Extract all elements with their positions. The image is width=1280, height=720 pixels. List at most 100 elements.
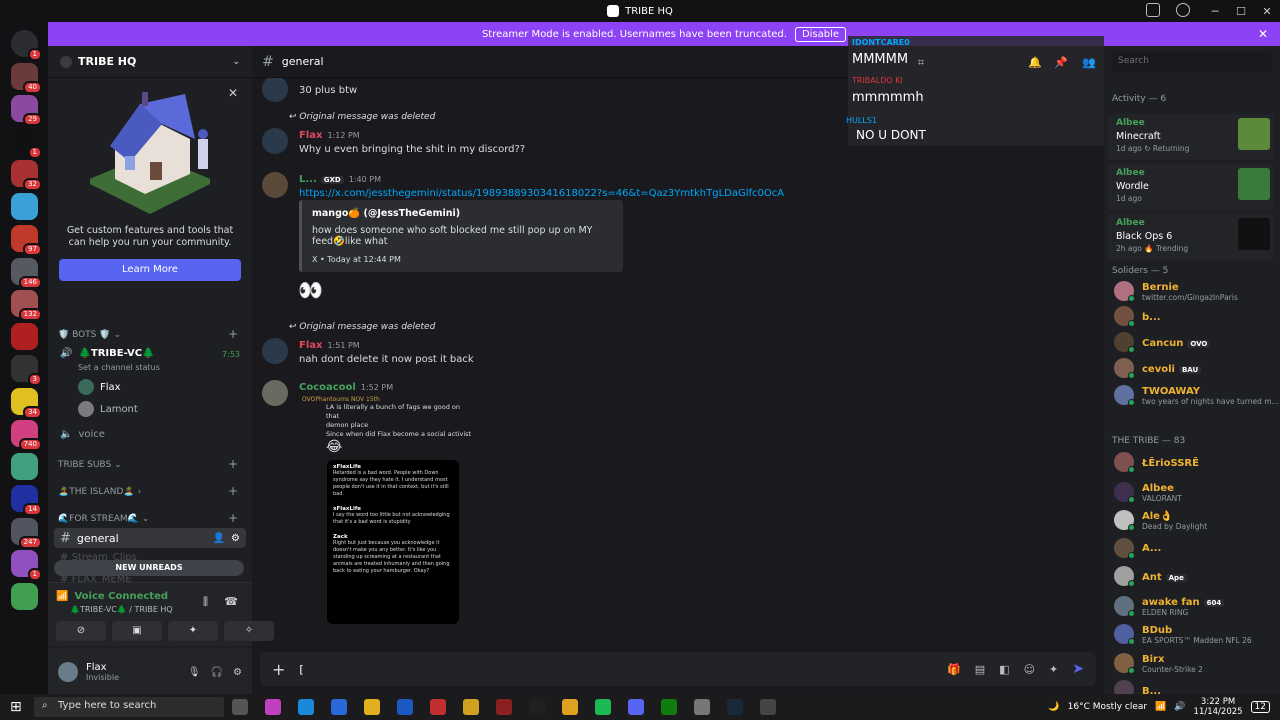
activity-card[interactable]: Albee Wordle 1d ago xyxy=(1108,164,1274,210)
user-panel[interactable]: Flax Invisible 🎙 🎧 ⚙ xyxy=(48,648,252,696)
search-input[interactable]: Search xyxy=(1112,52,1272,72)
avatar[interactable] xyxy=(262,128,288,154)
member-item[interactable]: BDub EA SPORTS™ Madden NFL 26 xyxy=(1114,623,1252,645)
member-item[interactable]: Ale👌 Dead by Daylight xyxy=(1114,509,1207,531)
voice-channel-tribe-vc[interactable]: 🔊 🌲TRIBE-VC🌲 xyxy=(60,348,155,359)
taskbar-search[interactable]: ⌕ Type here to search xyxy=(34,697,224,717)
taskbar-app-icon[interactable] xyxy=(727,699,743,715)
new-unreads-pill[interactable]: NEW UNREADS xyxy=(54,560,244,576)
server-icon-3[interactable]: 1 xyxy=(11,127,42,159)
server-icon-7[interactable]: 146 xyxy=(11,257,42,289)
member-item[interactable]: ŁĒrioSSRĒ xyxy=(1114,452,1199,473)
minimize-button[interactable]: ─ xyxy=(1202,5,1228,18)
server-icon-11[interactable]: 34 xyxy=(11,387,42,419)
sticker-icon[interactable]: ◧ xyxy=(999,663,1009,676)
disable-streamer-button[interactable]: Disable xyxy=(794,26,847,42)
server-icon-9[interactable] xyxy=(11,322,38,350)
add-channel-icon[interactable]: + xyxy=(228,511,238,525)
server-icon-17[interactable] xyxy=(11,582,38,610)
chevron-down-icon[interactable]: ⌄ xyxy=(232,57,240,67)
screen-share-button[interactable]: ▣ xyxy=(112,621,162,641)
channel-status[interactable]: Set a channel status xyxy=(78,363,160,372)
quoted-screenshot[interactable]: OVOPhantoums NOV 15th LA is literally a … xyxy=(302,396,472,455)
category-for-stream[interactable]: 🌊FOR STREAM🌊 ⌄ xyxy=(58,514,149,524)
taskbar-app-icon[interactable] xyxy=(562,699,578,715)
learn-more-button[interactable]: Learn More xyxy=(59,259,241,281)
taskbar-app-icon[interactable] xyxy=(496,699,512,715)
add-channel-icon[interactable]: + xyxy=(228,327,238,341)
taskbar-app-icon[interactable] xyxy=(397,699,413,715)
server-icon-6[interactable]: 97 xyxy=(11,225,42,256)
avatar[interactable] xyxy=(262,172,288,198)
server-icon-1[interactable]: 40 xyxy=(11,62,42,94)
taskbar-app-icon[interactable] xyxy=(331,699,347,715)
pin-icon[interactable]: 📌 xyxy=(1054,56,1068,69)
noise-suppression-icon[interactable]: ⫼ xyxy=(203,595,208,609)
input-text[interactable]: [ xyxy=(299,663,303,676)
maximize-button[interactable]: ☐ xyxy=(1228,5,1254,18)
volume-icon[interactable]: 🔊 xyxy=(1174,702,1185,712)
microphone-icon[interactable]: 🎙 xyxy=(188,667,201,678)
taskbar-app-icon[interactable] xyxy=(595,699,611,715)
server-icon-12[interactable]: 740 xyxy=(11,420,42,451)
signal-icon[interactable]: 📶 xyxy=(56,591,68,602)
member-item[interactable]: cevoli BAU xyxy=(1114,358,1202,379)
member-item[interactable]: b... xyxy=(1114,306,1161,327)
member-item[interactable]: Cancun OVO xyxy=(1114,332,1211,353)
category-tribe-subs[interactable]: TRIBE SUBS ⌄ xyxy=(58,460,122,470)
member-item[interactable]: Albee VALORANT xyxy=(1114,481,1182,503)
server-header[interactable]: TRIBE HQ ⌄ xyxy=(48,46,252,78)
member-item[interactable]: Birx Counter-Strike 2 xyxy=(1114,652,1203,674)
apps-icon[interactable]: ✦ xyxy=(1049,663,1058,676)
invite-icon[interactable]: 👤 xyxy=(213,533,225,544)
embed-author[interactable]: mango🍊 (@JessTheGemini) xyxy=(312,208,613,219)
emoji-icon[interactable]: ☺ xyxy=(1024,663,1035,676)
notification-badge[interactable]: 12 xyxy=(1250,701,1270,713)
server-icon-2[interactable]: 29 xyxy=(11,95,42,126)
server-icon-5[interactable] xyxy=(11,192,38,220)
category-bots[interactable]: 🛡️ BOTS 🛡️ ⌄ xyxy=(58,330,121,340)
server-icon-16[interactable]: 1 xyxy=(11,550,42,581)
taskbar-app-icon[interactable] xyxy=(661,699,677,715)
wifi-icon[interactable]: 📶 xyxy=(1155,702,1166,712)
taskbar-app-icon[interactable] xyxy=(628,699,644,715)
weather-text[interactable]: 16°C Mostly clear xyxy=(1068,702,1147,712)
avatar[interactable] xyxy=(262,78,288,102)
gear-icon[interactable]: ⚙ xyxy=(231,533,240,544)
message-link[interactable]: https://x.com/jessthegemini/status/19893… xyxy=(299,188,784,199)
taskbar-app-icon[interactable] xyxy=(265,699,281,715)
close-window-button[interactable]: ✕ xyxy=(1254,5,1280,18)
taskbar-app-icon[interactable] xyxy=(232,699,248,715)
voice-channel-voice[interactable]: 🔈 voice xyxy=(60,429,105,440)
add-channel-icon[interactable]: + xyxy=(228,457,238,471)
activity-card[interactable]: Albee Black Ops 6 2h ago 🔥 Trending xyxy=(1108,214,1274,260)
member-item[interactable]: Bernie twitter.com/GingazInParis xyxy=(1114,280,1238,302)
settings-gear-icon[interactable]: ⚙ xyxy=(233,667,242,678)
username[interactable]: Cocoacool xyxy=(299,382,356,393)
avatar[interactable] xyxy=(262,380,288,406)
voice-user-flax[interactable]: Flax xyxy=(78,379,121,395)
server-icon-4[interactable]: 32 xyxy=(11,160,42,191)
clock[interactable]: 3:22 PM 11/14/2025 xyxy=(1194,697,1243,717)
taskbar-app-icon[interactable] xyxy=(364,699,380,715)
close-promo-icon[interactable]: ✕ xyxy=(228,86,238,100)
members-icon[interactable]: 👥 xyxy=(1082,56,1096,69)
channel-general[interactable]: # general 👤 ⚙ xyxy=(54,528,246,548)
taskbar-app-icon[interactable] xyxy=(760,699,776,715)
username[interactable]: Flax xyxy=(299,340,322,351)
server-icon-15[interactable]: 247 xyxy=(11,517,42,549)
inbox-icon[interactable] xyxy=(1146,3,1160,17)
taskbar-app-icon[interactable] xyxy=(298,699,314,715)
voice-connected-label[interactable]: Voice Connected xyxy=(74,591,168,602)
headphones-icon[interactable]: 🎧 xyxy=(211,667,223,678)
help-icon[interactable] xyxy=(1176,3,1190,17)
bell-icon[interactable]: 🔔 xyxy=(1028,56,1042,69)
member-item[interactable]: A... xyxy=(1114,537,1161,559)
tweet-screenshot[interactable]: xFlaxLife Retarded is a bad word. People… xyxy=(327,460,459,624)
disconnect-icon[interactable]: ☎ xyxy=(224,595,238,608)
message-input[interactable]: + [ 🎁 ▤ ◧ ☺ ✦ ➤ xyxy=(260,652,1096,686)
weather-icon[interactable]: 🌙 xyxy=(1048,702,1059,712)
server-icon-8[interactable]: 132 xyxy=(11,290,42,321)
windows-start-icon[interactable]: ⊞ xyxy=(10,699,22,715)
voice-user-lamont[interactable]: Lamont xyxy=(78,401,138,417)
